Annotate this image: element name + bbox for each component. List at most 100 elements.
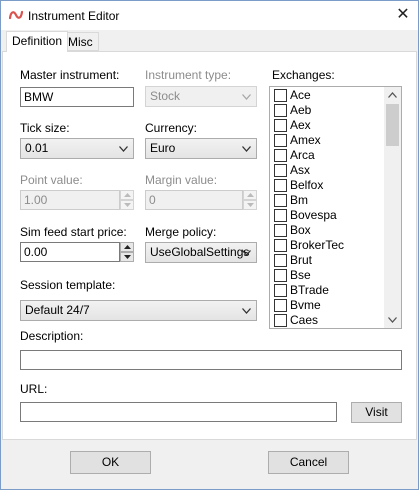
chevron-down-icon <box>242 146 251 152</box>
exchange-label: Bovespa <box>290 208 337 222</box>
checkbox[interactable] <box>274 179 287 192</box>
exchange-label: Brut <box>290 253 313 267</box>
list-item[interactable]: BrokerTec <box>271 238 385 253</box>
checkbox[interactable] <box>274 194 287 207</box>
exchange-label: Belfox <box>290 178 324 192</box>
point-value-input: 1.00 <box>20 190 120 210</box>
tick-size-select[interactable]: 0.01 <box>20 138 134 159</box>
list-item[interactable]: Belfox <box>271 178 385 193</box>
exchange-label: Amex <box>290 133 321 147</box>
checkbox[interactable] <box>274 104 287 117</box>
point-value-label: Point value: <box>20 173 83 187</box>
window-title: Instrument Editor <box>28 9 120 23</box>
tab-definition[interactable]: Definition <box>6 31 69 52</box>
instrument-type-label: Instrument type: <box>145 68 232 82</box>
margin-value-spinner: 0 <box>145 190 257 210</box>
list-item[interactable]: Amex <box>271 133 385 148</box>
exchange-label: Box <box>290 223 311 237</box>
exchange-label: BrokerTec <box>290 238 345 252</box>
ok-button[interactable]: OK <box>70 451 151 474</box>
checkbox[interactable] <box>274 314 287 327</box>
session-template-value: Default 24/7 <box>25 303 90 317</box>
description-label: Description: <box>20 329 84 343</box>
checkbox[interactable] <box>274 134 287 147</box>
list-item[interactable]: Brut <box>271 253 385 268</box>
scroll-up-icon[interactable] <box>384 87 401 103</box>
visit-button[interactable]: Visit <box>351 402 402 423</box>
exchange-label: Bvme <box>290 298 321 312</box>
session-template-label: Session template: <box>20 278 116 292</box>
spin-down-icon <box>243 200 257 210</box>
checkbox[interactable] <box>274 239 287 252</box>
merge-policy-select[interactable]: UseGlobalSettings <box>145 242 257 263</box>
checkbox[interactable] <box>274 254 287 267</box>
exchanges-listbox[interactable]: Ace Aeb Aex Amex Arca Asx Belfox Bm Bove… <box>269 86 402 329</box>
list-item[interactable]: Ace <box>271 88 385 103</box>
currency-select[interactable]: Euro <box>145 138 257 159</box>
chevron-down-icon <box>242 308 251 314</box>
spin-down-icon <box>120 200 134 210</box>
spin-down-icon[interactable] <box>120 252 134 262</box>
exchanges-scrollbar[interactable] <box>384 87 401 328</box>
description-input[interactable] <box>20 350 402 370</box>
list-item[interactable]: Bvme <box>271 298 385 313</box>
sim-feed-start-price-spinner[interactable]: 0.00 <box>20 242 134 262</box>
checkbox[interactable] <box>274 269 287 282</box>
exchange-label: Caes <box>290 313 319 327</box>
checkbox[interactable] <box>274 149 287 162</box>
list-item[interactable]: Bovespa <box>271 208 385 223</box>
session-template-select[interactable]: Default 24/7 <box>20 300 257 321</box>
checkbox[interactable] <box>274 119 287 132</box>
merge-policy-label: Merge policy: <box>145 225 217 239</box>
checkbox[interactable] <box>274 284 287 297</box>
exchange-label: Arca <box>290 148 315 162</box>
exchange-label: Aeb <box>290 103 312 117</box>
checkbox[interactable] <box>274 89 287 102</box>
chevron-down-icon <box>119 146 128 152</box>
checkbox[interactable] <box>274 164 287 177</box>
list-item[interactable]: Aex <box>271 118 385 133</box>
exchange-label: Aex <box>290 118 311 132</box>
exchange-label: Asx <box>290 163 311 177</box>
checkbox[interactable] <box>274 299 287 312</box>
exchange-label: Bse <box>290 268 311 282</box>
instrument-type-value: Stock <box>150 89 181 103</box>
tick-size-value: 0.01 <box>25 141 49 155</box>
list-item[interactable]: Bm <box>271 193 385 208</box>
exchange-label: Bm <box>290 193 308 207</box>
checkbox[interactable] <box>274 224 287 237</box>
close-icon[interactable]: ✕ <box>392 5 414 25</box>
point-value-spinner: 1.00 <box>20 190 134 210</box>
chevron-down-icon <box>242 94 251 100</box>
exchanges-list: Ace Aeb Aex Amex Arca Asx Belfox Bm Bove… <box>271 88 385 327</box>
title-bar: Instrument Editor ✕ <box>1 1 418 30</box>
url-label: URL: <box>20 382 48 396</box>
list-item[interactable]: Asx <box>271 163 385 178</box>
list-item[interactable]: BTrade <box>271 283 385 298</box>
instrument-editor-window: Instrument Editor ✕ Definition Misc Mast… <box>0 0 419 490</box>
checkbox[interactable] <box>274 209 287 222</box>
currency-value: Euro <box>150 141 176 155</box>
scrollbar-thumb[interactable] <box>386 104 399 146</box>
sim-feed-start-price-input[interactable]: 0.00 <box>20 242 120 262</box>
tick-size-label: Tick size: <box>20 121 70 135</box>
cancel-button[interactable]: Cancel <box>268 451 349 474</box>
list-item[interactable]: Caes <box>271 313 385 327</box>
sim-feed-start-price-label: Sim feed start price: <box>20 225 127 239</box>
master-instrument-input[interactable]: BMW <box>20 87 134 107</box>
master-instrument-label: Master instrument: <box>20 68 120 82</box>
margin-value-label: Margin value: <box>145 173 218 187</box>
list-item[interactable]: Bse <box>271 268 385 283</box>
list-item[interactable]: Aeb <box>271 103 385 118</box>
scroll-down-icon[interactable] <box>384 312 401 328</box>
list-item[interactable]: Arca <box>271 148 385 163</box>
url-input[interactable] <box>20 402 337 422</box>
merge-policy-value: UseGlobalSettings <box>150 245 250 259</box>
spin-up-icon <box>243 190 257 200</box>
list-item[interactable]: Box <box>271 223 385 238</box>
app-logo-icon <box>8 9 24 21</box>
exchange-label: Ace <box>290 88 311 102</box>
currency-label: Currency: <box>145 121 198 135</box>
spin-up-icon[interactable] <box>120 242 134 252</box>
margin-value-input: 0 <box>145 190 243 210</box>
